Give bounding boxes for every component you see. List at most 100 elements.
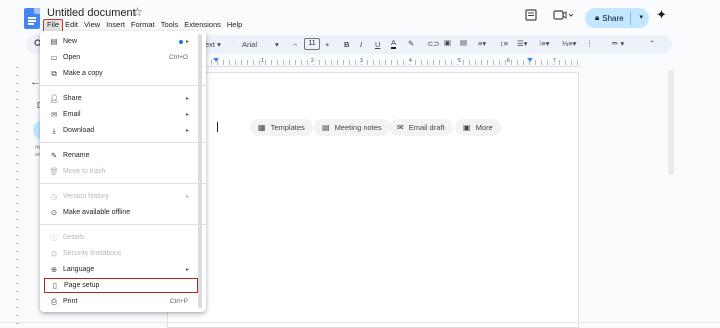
- menu-item-new[interactable]: ▤ New ▸: [40, 34, 206, 49]
- bullet-list-icon[interactable]: ⁝≡▾: [539, 39, 550, 48]
- increase-font-size-button[interactable]: +: [325, 40, 329, 49]
- italic-button[interactable]: I: [360, 40, 362, 49]
- menu-item-version-history: ◷ Version history ▸: [50, 192, 189, 201]
- menu-item-details: ⓘ Details: [50, 233, 85, 242]
- left-indent-marker[interactable]: [213, 58, 219, 62]
- person-add-icon: 👤︎: [49, 94, 59, 103]
- styles-label: ext: [205, 40, 216, 49]
- editing-mode-icon[interactable]: ✏ ▾: [612, 39, 624, 48]
- ruler-number: 3: [359, 58, 364, 64]
- ruler-number: 6: [506, 58, 511, 64]
- link-icon[interactable]: ⊂⊃: [427, 39, 440, 48]
- menu-item-email[interactable]: ✉ Email ▸: [40, 107, 206, 122]
- submenu-arrow-icon: ▸: [185, 96, 189, 102]
- bottom-border: [0, 322, 720, 323]
- menu-item-rename[interactable]: ✎ Rename: [40, 148, 206, 163]
- submenu-arrow-icon: ▸: [185, 39, 189, 45]
- security-icon: ⛭: [51, 249, 57, 258]
- menu-help[interactable]: Help: [224, 20, 245, 32]
- image-icon[interactable]: ▤: [460, 38, 467, 47]
- toolbar-divider: |: [233, 38, 235, 47]
- submenu-arrow-icon: ▸: [185, 267, 189, 273]
- submenu-arrow-icon: ▸: [185, 194, 189, 200]
- docs-logo-icon[interactable]: [24, 8, 40, 29]
- menu-item-security-limitations: ⛭ Security limitations: [51, 249, 122, 258]
- vertical-ruler[interactable]: [16, 62, 19, 324]
- font-chevron-icon[interactable]: ▾: [275, 40, 279, 49]
- folder-icon: ▭: [50, 53, 58, 62]
- lock-icon: 🔒︎: [595, 13, 600, 22]
- gemini-sparkle-icon[interactable]: ✦: [656, 7, 667, 23]
- font-label: Arial: [242, 40, 258, 49]
- align-icon[interactable]: ≡▾: [478, 39, 486, 48]
- mail-icon: ✉: [397, 123, 404, 132]
- checklist-icon[interactable]: ☰▾: [517, 39, 528, 48]
- menu-divider: [40, 142, 206, 143]
- menu-item-make-a-copy[interactable]: ⧉ Make a copy: [40, 66, 206, 81]
- underline-button[interactable]: U: [375, 40, 380, 49]
- file-menu: ▤ New ▸ ▭ Open Ctrl+O ⧉ Make a copy 👤︎ S…: [40, 31, 206, 312]
- numbered-list-icon[interactable]: ⅓≡▾: [562, 39, 576, 48]
- right-indent-marker[interactable]: [527, 58, 533, 62]
- menu-item-page-setup[interactable]: ▯ Page setup: [44, 278, 198, 293]
- pencil-icon: ✎: [50, 151, 58, 160]
- email-draft-chip[interactable]: ✉ Email draft: [389, 119, 453, 136]
- ruler-number: 4: [408, 58, 413, 64]
- menu-divider: [40, 85, 206, 86]
- font-dropdown[interactable]: Arial: [242, 40, 257, 49]
- styles-dropdown[interactable]: ext ▾: [205, 40, 221, 49]
- history-icon: ◷: [50, 192, 58, 201]
- share-button[interactable]: 🔒︎ Share ▾: [585, 8, 649, 28]
- ruler-number: 7: [552, 58, 557, 64]
- menu-item-print[interactable]: ⎙ Print Ctrl+P: [40, 294, 206, 309]
- menu-item-share[interactable]: 👤︎ Share ▸: [40, 91, 206, 106]
- document-page[interactable]: [167, 72, 579, 328]
- bold-button[interactable]: B: [344, 40, 349, 49]
- menu-divider: [40, 224, 206, 225]
- menu-divider: [40, 183, 206, 184]
- more-options-icon[interactable]: ⋮: [586, 39, 594, 48]
- document-title[interactable]: Untitled document: [47, 7, 136, 19]
- ruler-number: 1: [260, 58, 265, 64]
- font-size-input[interactable]: 11: [304, 38, 320, 50]
- line-spacing-icon[interactable]: ↕≡: [500, 39, 508, 48]
- scrollbar[interactable]: [668, 70, 674, 175]
- offline-icon: ⊙: [50, 208, 58, 217]
- menu-item-move-to-trash: 🗑︎ Move to trash: [49, 167, 106, 176]
- collapse-menus-icon[interactable]: ⌃: [649, 39, 655, 48]
- templates-chip[interactable]: ▦ Templates: [250, 119, 313, 136]
- text-cursor: [217, 122, 218, 132]
- info-icon: ⓘ: [50, 233, 58, 242]
- star-icon[interactable]: ☆: [132, 5, 143, 19]
- share-label: Share: [602, 13, 624, 23]
- mail-icon: ✉: [50, 110, 58, 119]
- doc-icon: ▤: [50, 37, 58, 46]
- more-chip[interactable]: ▣ More: [455, 119, 501, 136]
- shortcut-text: Ctrl+O: [169, 54, 188, 61]
- comment-add-icon[interactable]: ▣: [444, 38, 451, 47]
- menu-item-download[interactable]: ⤓ Download ▸: [40, 123, 206, 138]
- menu-item-open[interactable]: ▭ Open Ctrl+O: [40, 50, 206, 65]
- submenu-arrow-icon: ▸: [185, 112, 189, 118]
- highlight-icon[interactable]: ✎: [408, 39, 414, 48]
- text-color-button[interactable]: A: [391, 39, 397, 49]
- page-icon: ▯: [52, 281, 58, 290]
- meeting-notes-chip[interactable]: ▤ Meeting notes: [314, 119, 390, 136]
- globe-icon: ⊕: [50, 265, 58, 274]
- comments-icon[interactable]: [525, 9, 537, 24]
- doc-icon: ▤: [322, 123, 330, 132]
- shortcut-text: Ctrl+P: [169, 298, 188, 305]
- chevron-down-icon[interactable]: ▾: [639, 13, 643, 21]
- decrease-font-size-button[interactable]: −: [293, 40, 297, 49]
- horizontal-ruler[interactable]: 1 2 3 4 5 6 7: [205, 58, 580, 67]
- trash-icon: 🗑︎: [49, 167, 59, 176]
- download-icon: ⤓: [52, 126, 56, 135]
- meet-icon[interactable]: [553, 9, 574, 24]
- menu-item-make-available-offline[interactable]: ⊙ Make available offline: [40, 205, 206, 220]
- new-badge: [179, 40, 183, 44]
- ruler-number: 5: [457, 58, 462, 64]
- printer-icon: ⎙: [51, 297, 57, 306]
- menu-item-language[interactable]: ⊕ Language ▸: [40, 262, 206, 277]
- submenu-arrow-icon: ▸: [185, 128, 189, 134]
- docs-app: Untitled document ☆ File Edit View Inser…: [0, 0, 720, 328]
